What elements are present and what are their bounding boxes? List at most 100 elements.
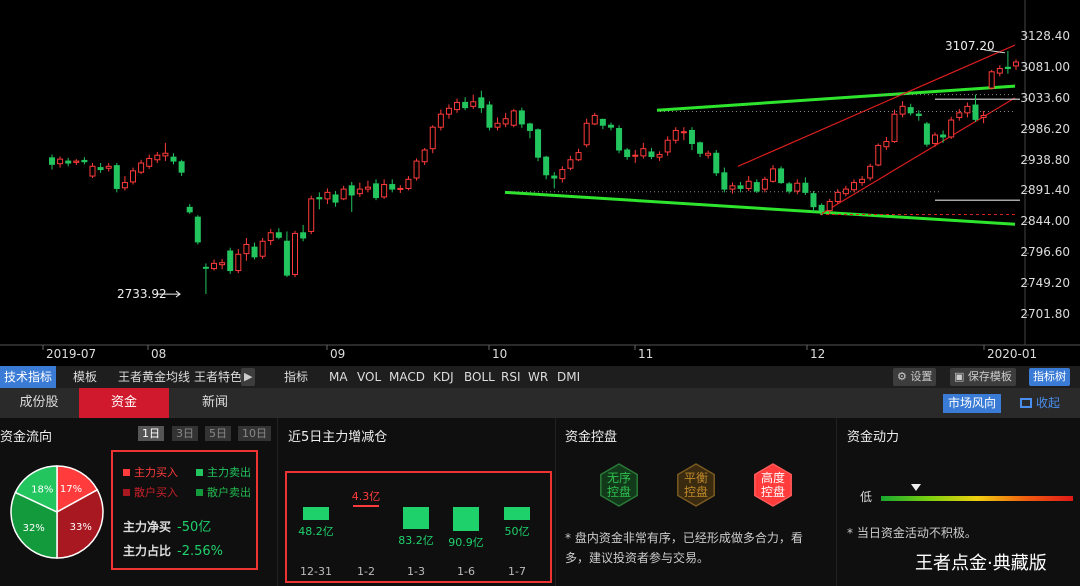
candle	[705, 150, 712, 159]
candle	[624, 148, 631, 160]
five-day-bar	[453, 507, 479, 531]
indicator-toolbar: 技术指标 模板 王者黄金均线 王者特色 ▶ 指标 MA VOL MACD KDJ…	[0, 366, 1080, 388]
tab-funds[interactable]: 资金	[79, 388, 169, 418]
kline-svg[interactable]	[0, 0, 1080, 366]
five-day-date-label: 1-7	[508, 565, 526, 578]
main-net-buy: 主力净买 -50亿	[123, 520, 212, 535]
indicator-ma[interactable]: MA	[329, 366, 348, 388]
candle	[348, 181, 355, 212]
candle	[373, 179, 380, 201]
special-menu[interactable]: 王者特色	[194, 366, 242, 388]
candle	[551, 172, 558, 189]
control-hexagon-label: 无序 控盘	[606, 471, 631, 499]
candle	[526, 122, 533, 139]
indicator-dmi[interactable]: DMI	[557, 366, 580, 388]
divider	[836, 418, 837, 586]
y-tick-label: 3033.60	[1020, 90, 1070, 105]
tab-news[interactable]: 新闻	[170, 388, 260, 418]
candle	[1013, 59, 1019, 70]
settings-button[interactable]: ⚙ 设置	[893, 368, 937, 386]
pie-slice-label: 18%	[31, 485, 53, 496]
tab-components[interactable]: 成份股	[0, 388, 78, 418]
candle	[842, 185, 849, 197]
template-menu[interactable]: 模板	[73, 366, 97, 388]
save-icon: ▣	[954, 370, 965, 383]
candle	[57, 156, 64, 168]
save-template-button[interactable]: ▣ 保存模板	[950, 368, 1016, 386]
day-button-1[interactable]: 1日	[138, 426, 164, 441]
candle	[778, 166, 785, 184]
day-button-10[interactable]: 10日	[238, 426, 271, 441]
candle	[227, 247, 234, 274]
candle	[769, 164, 776, 183]
divider	[555, 418, 556, 586]
five-day-bar	[504, 507, 530, 520]
legend-main-buy: 主力买入	[123, 464, 178, 480]
indicator-macd[interactable]: MACD	[389, 366, 425, 388]
candle	[389, 179, 396, 193]
y-tick-label: 2938.80	[1020, 152, 1070, 167]
candle	[292, 230, 299, 278]
indicator-kdj[interactable]: KDJ	[433, 366, 454, 388]
momentum-marker-icon	[910, 484, 921, 491]
y-tick-label: 2986.20	[1020, 121, 1070, 136]
five-day-date-label: 1-6	[457, 565, 475, 578]
main-ratio: 主力占比 -2.56%	[123, 544, 224, 559]
legend-swatch	[196, 489, 203, 496]
candle	[445, 104, 452, 119]
candle	[49, 154, 55, 170]
candle	[89, 163, 96, 179]
five-day-bar-label: 83.2亿	[398, 533, 434, 547]
control-hexagon: 平衡 控盘	[674, 463, 718, 507]
five-day-date-label: 1-3	[407, 565, 425, 578]
candle	[381, 179, 388, 199]
candle	[324, 188, 331, 205]
candle	[356, 182, 363, 197]
indicator-rsi[interactable]: RSI	[501, 366, 521, 388]
brand-label: 王者点金·典藏版	[915, 553, 1047, 574]
kline-chart[interactable]: 3128.40 3081.00 3033.60 2986.20 2938.80 2891.…	[0, 0, 1080, 366]
more-arrow-icon[interactable]: ▶	[241, 368, 256, 386]
candle	[275, 228, 282, 240]
candle	[259, 237, 266, 259]
candle	[502, 112, 509, 128]
five-day-date-label: 1-2	[357, 565, 375, 578]
collapse-button[interactable]: 收起	[1020, 394, 1060, 413]
candle	[834, 189, 841, 205]
candle	[283, 231, 290, 278]
candle	[737, 181, 744, 193]
x-tick-label: 11	[638, 347, 654, 361]
candle	[940, 130, 947, 143]
day-button-5[interactable]: 5日	[205, 426, 231, 441]
tab-technical-indicators[interactable]: 技术指标	[0, 366, 57, 388]
candle	[340, 185, 347, 201]
candle	[235, 249, 242, 274]
legend-retail-buy: 散户买入	[123, 484, 178, 500]
legend-main-sell: 主力卖出	[196, 464, 251, 480]
candle	[202, 263, 209, 295]
candle	[162, 142, 169, 162]
candle	[850, 179, 857, 193]
control-hexagon: 无序 控盘	[597, 463, 641, 507]
golden-ma-menu[interactable]: 王者黄金均线	[118, 366, 190, 388]
candle	[211, 259, 218, 271]
y-tick-label: 2749.20	[1020, 276, 1070, 291]
candle	[648, 148, 655, 160]
market-wind-button[interactable]: 市场风向	[943, 394, 1002, 413]
candle	[980, 110, 987, 124]
indicator-tree-button[interactable]: 指标树	[1029, 368, 1070, 386]
indicator-boll[interactable]: BOLL	[464, 366, 495, 388]
candle	[243, 237, 250, 261]
candle	[794, 179, 801, 195]
candle	[599, 118, 606, 130]
candle	[859, 176, 866, 186]
candle	[567, 155, 574, 171]
indicator-vol[interactable]: VOL	[357, 366, 381, 388]
indicator-wr[interactable]: WR	[528, 366, 548, 388]
momentum-bar	[881, 496, 1073, 501]
day-button-3[interactable]: 3日	[172, 426, 198, 441]
x-tick-label: 10	[492, 347, 508, 361]
candle	[559, 166, 566, 183]
momentum-low-label: 低	[860, 490, 873, 504]
y-tick-label: 2844.00	[1020, 214, 1070, 229]
